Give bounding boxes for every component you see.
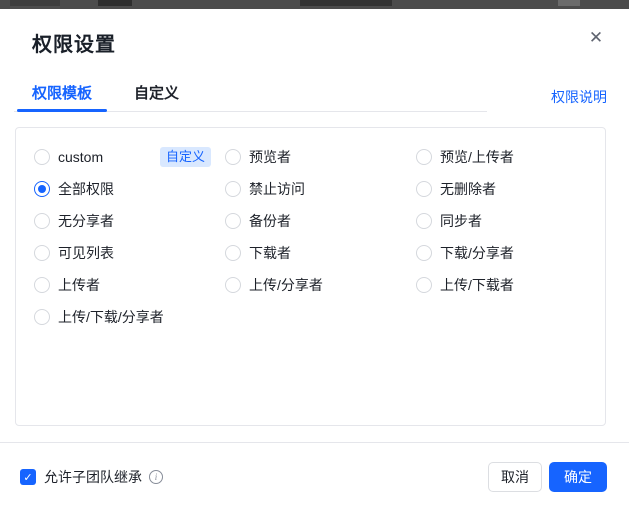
custom-tag-badge: 自定义 [159, 147, 211, 167]
radio-icon[interactable] [416, 149, 432, 165]
option-custom[interactable]: custom 自定义 [34, 141, 225, 173]
radio-icon[interactable] [34, 245, 50, 261]
cancel-button[interactable]: 取消 [488, 462, 542, 492]
option-syncer[interactable]: 同步者 [416, 205, 592, 237]
permission-options-panel: custom 自定义 全部权限 无分享者 可见列表 上传者 上传/下载/分享者 … [15, 127, 606, 426]
background-artifact [300, 0, 392, 6]
page-title: 权限设置 [32, 34, 116, 56]
radio-icon[interactable] [225, 245, 241, 261]
confirm-button[interactable]: 确定 [549, 462, 607, 492]
option-uploader[interactable]: 上传者 [34, 269, 225, 301]
radio-icon[interactable] [225, 181, 241, 197]
permission-help-link[interactable]: 权限说明 [551, 87, 607, 107]
option-downloader[interactable]: 下载者 [225, 237, 416, 269]
tab-label: 权限模板 [32, 85, 93, 102]
radio-icon[interactable] [34, 277, 50, 293]
radio-selected-icon[interactable] [34, 181, 50, 197]
options-column-3: 预览/上传者 无删除者 同步者 下载/分享者 上传/下载者 [416, 141, 592, 301]
tab-permission-template[interactable]: 权限模板 [17, 77, 108, 112]
option-preview-uploader[interactable]: 预览/上传者 [416, 141, 592, 173]
tab-bar: 权限模板 自定义 [14, 77, 487, 112]
option-no-sharer[interactable]: 无分享者 [34, 205, 225, 237]
radio-icon[interactable] [34, 149, 50, 165]
option-all-permissions[interactable]: 全部权限 [34, 173, 225, 205]
radio-icon[interactable] [416, 181, 432, 197]
option-download-sharer[interactable]: 下载/分享者 [416, 237, 592, 269]
dimmed-background-page [0, 0, 629, 9]
option-upload-download-sharer[interactable]: 上传/下载/分享者 [34, 301, 225, 333]
option-backup[interactable]: 备份者 [225, 205, 416, 237]
radio-icon[interactable] [225, 277, 241, 293]
inherit-label: 允许子团队继承 [44, 469, 142, 485]
allow-subteam-inherit[interactable]: ✓ 允许子团队继承 i [20, 464, 163, 490]
info-icon[interactable]: i [149, 470, 163, 484]
close-icon[interactable]: ✕ [584, 25, 608, 49]
option-no-deleter[interactable]: 无删除者 [416, 173, 592, 205]
background-artifact [98, 0, 132, 6]
options-column-2: 预览者 禁止访问 备份者 下载者 上传/分享者 [225, 141, 416, 301]
radio-icon[interactable] [225, 149, 241, 165]
tab-custom[interactable]: 自定义 [119, 77, 194, 111]
tab-label: 自定义 [134, 85, 180, 102]
background-artifact [10, 0, 60, 6]
radio-icon[interactable] [225, 213, 241, 229]
background-artifact [558, 0, 580, 6]
option-visible-list[interactable]: 可见列表 [34, 237, 225, 269]
radio-icon[interactable] [34, 309, 50, 325]
footer-divider [0, 442, 629, 443]
checkbox-checked-icon[interactable]: ✓ [20, 469, 36, 485]
option-upload-sharer[interactable]: 上传/分享者 [225, 269, 416, 301]
radio-icon[interactable] [416, 245, 432, 261]
radio-icon[interactable] [416, 213, 432, 229]
option-previewer[interactable]: 预览者 [225, 141, 416, 173]
radio-icon[interactable] [34, 213, 50, 229]
options-column-1: custom 自定义 全部权限 无分享者 可见列表 上传者 上传/下载/分享者 [34, 141, 225, 333]
option-upload-downloader[interactable]: 上传/下载者 [416, 269, 592, 301]
radio-icon[interactable] [416, 277, 432, 293]
option-forbid-access[interactable]: 禁止访问 [225, 173, 416, 205]
permission-settings-dialog: 权限设置 ✕ 权限模板 自定义 权限说明 custom 自定义 全部权限 无分享… [0, 9, 629, 509]
